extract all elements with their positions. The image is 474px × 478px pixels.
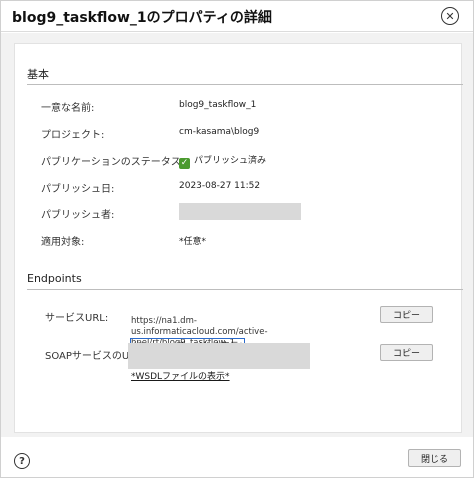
redacted-soap-url [128,343,310,369]
label-applies-to: 適用対象: [41,237,85,248]
dialog-titlebar: blog9_taskflow_1のプロパティの詳細 ✕ [1,1,473,32]
dialog-title: blog9_taskflow_1のプロパティの詳細 [12,10,272,26]
section-title-basic: 基本 [27,68,49,81]
dialog-body: 基本 一意な名前: blog9_taskflow_1 プロジェクト: cm-ka… [1,33,473,437]
label-publish-date: パブリッシュ日: [41,184,115,195]
value-publish-date: 2023-08-27 11:52 [179,181,261,191]
wsdl-file-link[interactable]: *WSDLファイルの表示* [131,369,230,382]
value-publication-status: ✓ パブリッシュ済み [179,153,266,169]
value-project: cm-kasama\blog9 [179,127,260,137]
value-unique-name: blog9_taskflow_1 [179,100,257,110]
status-text: パブリッシュ済み [194,156,267,166]
label-service-url: サービスURL: [45,313,109,324]
section-title-endpoints: Endpoints [27,272,82,285]
service-url-line1: https://na1.dm-us.informaticacloud.com/a… [131,316,268,337]
redacted-publisher [179,203,301,220]
copy-service-url-button[interactable]: コピー [380,306,433,323]
copy-soap-url-button[interactable]: コピー [380,344,433,361]
check-icon: ✓ [179,158,190,169]
label-unique-name: 一意な名前: [41,103,95,114]
label-publisher: パブリッシュ者: [41,210,115,221]
close-icon[interactable]: ✕ [441,7,459,25]
label-project: プロジェクト: [41,130,105,141]
details-panel: 基本 一意な名前: blog9_taskflow_1 プロジェクト: cm-ka… [14,43,463,433]
value-applies-to: *任意* [179,237,207,247]
help-icon[interactable]: ? [14,453,30,469]
section-divider-endpoints [27,289,463,290]
close-button[interactable]: 閉じる [408,449,461,467]
properties-dialog: blog9_taskflow_1のプロパティの詳細 ✕ 基本 一意な名前: bl… [0,0,474,478]
section-divider-basic [27,84,463,85]
label-publication-status: パブリケーションのステータス: [41,157,185,168]
